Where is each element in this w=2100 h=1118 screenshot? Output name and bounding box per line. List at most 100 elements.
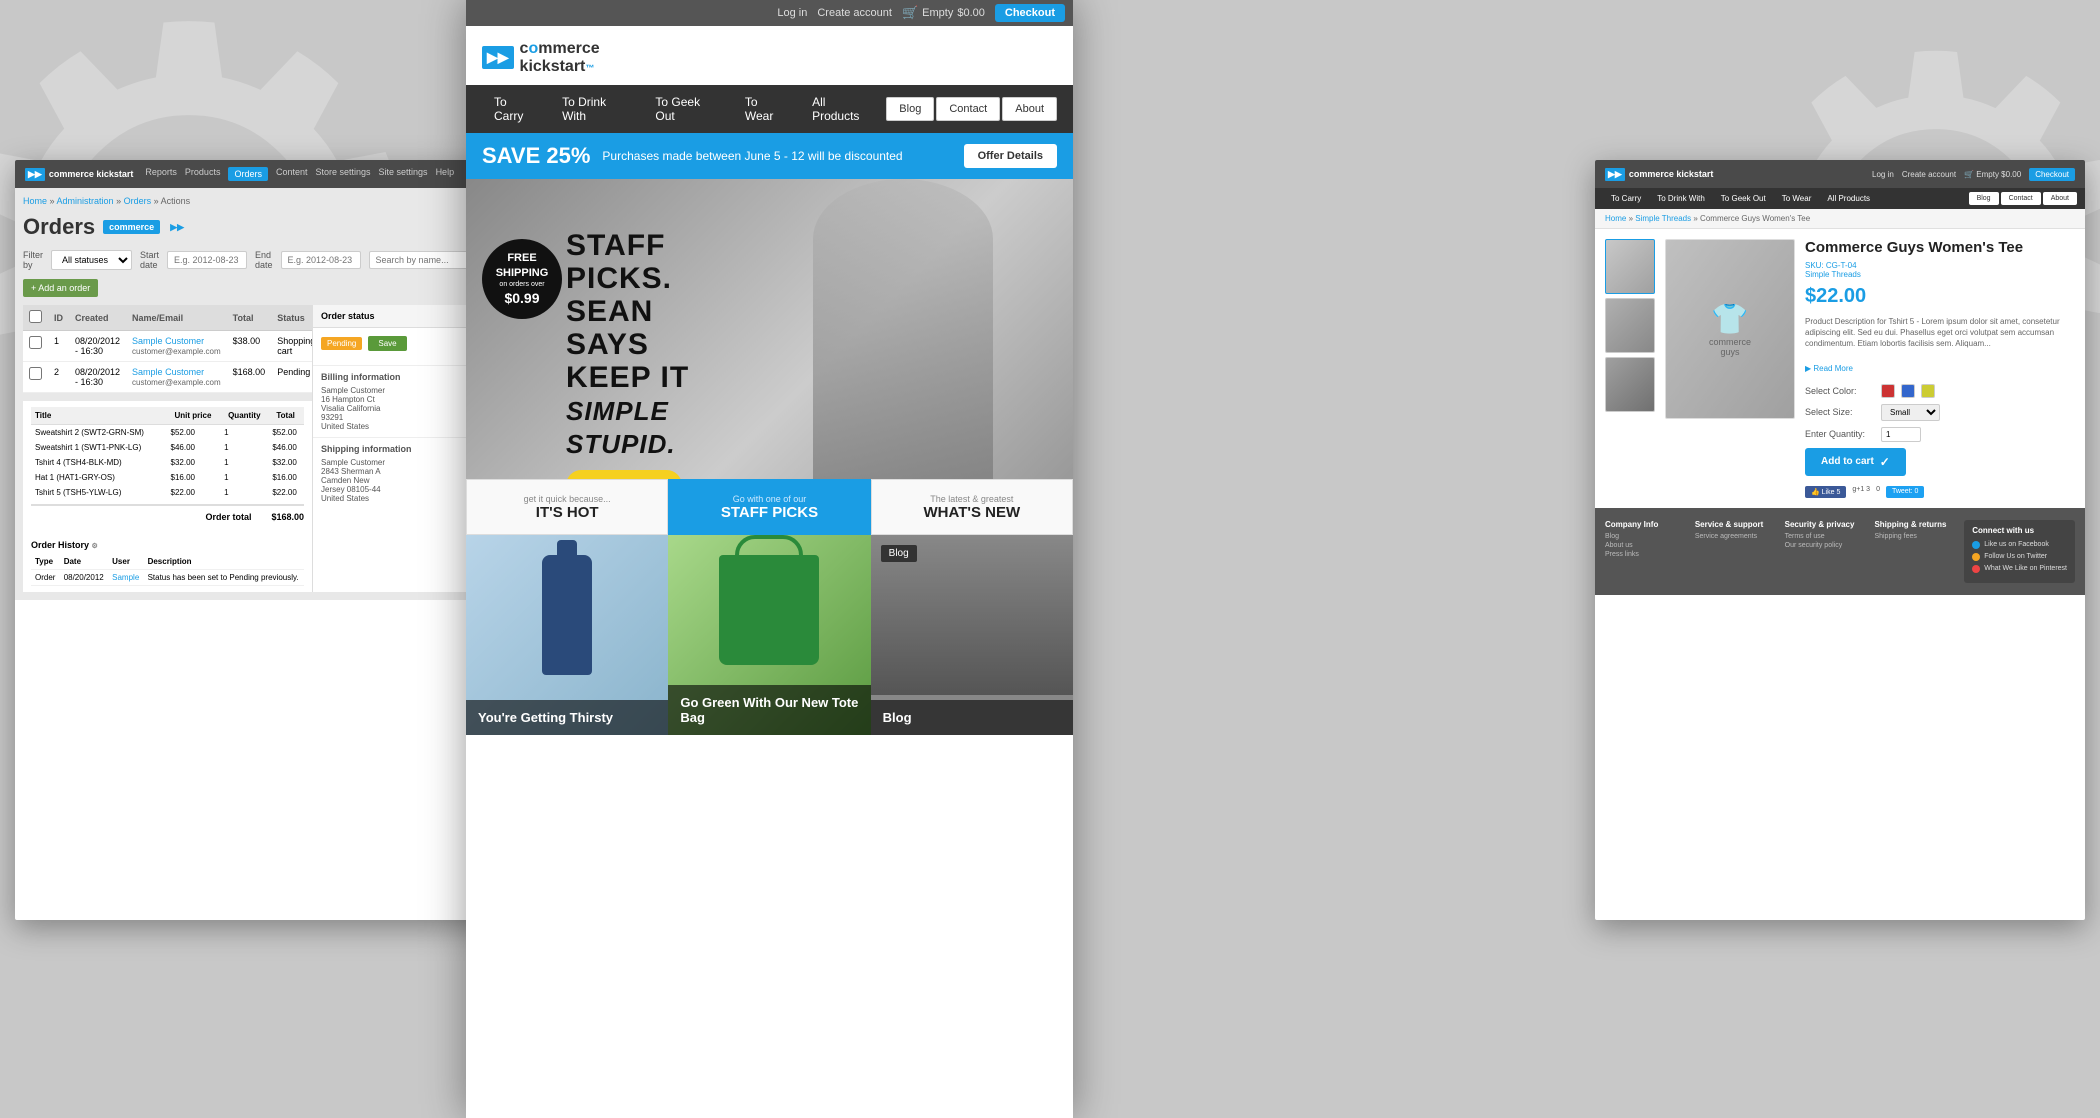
select-all-checkbox[interactable]: [29, 310, 42, 323]
tab-whats-new[interactable]: The latest & greatest WHAT'S NEW: [871, 479, 1073, 535]
add-to-cart-label: Add to cart: [1821, 456, 1874, 467]
tab-staff-picks[interactable]: Go with one of our STAFF PICKS: [668, 479, 870, 535]
nav-right: Blog Contact About: [886, 97, 1057, 121]
promo-banner: SAVE 25% Purchases made between June 5 -…: [466, 133, 1073, 179]
nav-site-settings[interactable]: Site settings: [379, 167, 428, 181]
checkout-button[interactable]: Checkout: [995, 4, 1065, 22]
rw-nav-geek[interactable]: To Geek Out: [1713, 188, 1774, 209]
nav-content[interactable]: Content: [276, 167, 308, 181]
nav-contact-btn[interactable]: Contact: [936, 97, 1000, 121]
product-3-label: Blog: [883, 710, 912, 725]
item1-title: Sweatshirt 2 (SWT2-GRN-SM): [31, 425, 171, 441]
order-today-button[interactable]: Order Today: [566, 470, 682, 479]
item5-qty: 1: [224, 485, 272, 500]
nav-drink[interactable]: To Drink With: [550, 85, 643, 133]
footer-security-link[interactable]: Our security policy: [1785, 542, 1863, 549]
twitter-link[interactable]: Follow Us on Twitter: [1984, 553, 2047, 560]
bc-orders[interactable]: Orders: [124, 196, 152, 206]
tweet-btn[interactable]: Tweet: 0: [1886, 486, 1924, 498]
orders-table: ID Created Name/Email Total Status Ope..…: [23, 305, 312, 393]
rw-nav-right: Blog Contact About: [1969, 192, 2077, 205]
add-to-cart-button[interactable]: Add to cart ✓: [1805, 448, 1906, 476]
nav-store-settings[interactable]: Store settings: [316, 167, 371, 181]
nav-help[interactable]: Help: [436, 167, 455, 181]
product-card-bag[interactable]: Go Green With Our New Tote Bag: [668, 535, 870, 735]
col-total: Total: [227, 305, 272, 331]
rw-nav-drink[interactable]: To Drink With: [1649, 188, 1713, 209]
main-nav: To Carry To Drink With To Geek Out To We…: [466, 85, 1073, 133]
nav-reports[interactable]: Reports: [145, 167, 177, 181]
add-order-button[interactable]: + Add an order: [23, 279, 98, 297]
bc-admin[interactable]: Administration: [57, 196, 114, 206]
facebook-link[interactable]: Like us on Facebook: [1984, 541, 2049, 548]
product-image-placeholder: 👕 commerceguys: [1709, 302, 1751, 357]
start-date-input[interactable]: [167, 251, 247, 269]
order-items-table: Title Unit price Quantity Total Sweatshi…: [31, 407, 304, 500]
rw-login[interactable]: Log in: [1872, 170, 1894, 179]
footer-shipping-fees-link[interactable]: Shipping fees: [1874, 533, 1952, 540]
rw-bc-simple-threads[interactable]: Simple Threads: [1635, 214, 1691, 223]
footer-blog-link[interactable]: Blog: [1605, 533, 1683, 540]
quantity-input[interactable]: [1881, 427, 1921, 442]
rw-checkout-btn[interactable]: Checkout: [2029, 168, 2075, 181]
product-thumb-3[interactable]: [1605, 357, 1655, 412]
row2-check: [23, 362, 48, 393]
nav-products[interactable]: Products: [185, 167, 221, 181]
color-swatch-red[interactable]: [1881, 384, 1895, 398]
row1-checkbox[interactable]: [29, 336, 42, 349]
nav-orders[interactable]: Orders: [228, 167, 268, 181]
footer-service-link[interactable]: Service agreements: [1695, 533, 1773, 540]
create-account-link[interactable]: Create account: [817, 7, 892, 19]
row1-name[interactable]: Sample Customer: [132, 336, 204, 346]
nav-products[interactable]: All Products: [800, 85, 886, 133]
product-2-label: Go Green With Our New Tote Bag: [680, 695, 858, 725]
size-select[interactable]: Small Medium Large: [1881, 404, 1940, 421]
rw-nav-blog[interactable]: Blog: [1969, 192, 1999, 205]
nav-about-btn[interactable]: About: [1002, 97, 1057, 121]
col-check: [23, 305, 48, 331]
table-row: Order 08/20/2012 Sample Status has been …: [31, 570, 304, 586]
nav-wear[interactable]: To Wear: [733, 85, 800, 133]
rw-nav-about[interactable]: About: [2043, 192, 2077, 205]
nav-blog-btn[interactable]: Blog: [886, 97, 934, 121]
read-more-link[interactable]: ▶ Read More: [1805, 364, 1853, 373]
empty-label: Empty: [922, 7, 953, 19]
tab-hot[interactable]: get it quick because... IT'S HOT: [466, 479, 668, 535]
footer-press-link[interactable]: Press links: [1605, 551, 1683, 558]
nav-geek[interactable]: To Geek Out: [643, 85, 732, 133]
gplus-btn[interactable]: g+1 3: [1852, 486, 1870, 498]
color-swatch-yellow[interactable]: [1921, 384, 1935, 398]
bc-home[interactable]: Home: [23, 196, 47, 206]
product-card-blog[interactable]: Blog Blog: [871, 535, 1073, 735]
nav-carry[interactable]: To Carry: [482, 85, 550, 133]
product-thumbnails: [1605, 239, 1655, 498]
rw-bc-home[interactable]: Home: [1605, 214, 1626, 223]
footer-shipping: Shipping & returns Shipping fees: [1874, 520, 1952, 583]
rw-nav-wear[interactable]: To Wear: [1774, 188, 1820, 209]
product-card-bottle[interactable]: You're Getting Thirsty: [466, 535, 668, 735]
footer-about-link[interactable]: About us: [1605, 542, 1683, 549]
product-thumb-2[interactable]: [1605, 298, 1655, 353]
orders-body: Home » Administration » Orders » Actions…: [15, 188, 505, 600]
offer-details-button[interactable]: Offer Details: [964, 144, 1057, 168]
product-thumb-1[interactable]: [1605, 239, 1655, 294]
rw-nav-products[interactable]: All Products: [1819, 188, 1878, 209]
row2-checkbox[interactable]: [29, 367, 42, 380]
end-date-input[interactable]: [281, 251, 361, 269]
pinterest-link[interactable]: What We Like on Pinterest: [1984, 565, 2067, 572]
status-filter[interactable]: All statuses: [51, 250, 132, 270]
row2-name[interactable]: Sample Customer: [132, 367, 204, 377]
item3-total: $32.00: [272, 455, 304, 470]
footer-terms-link[interactable]: Terms of use: [1785, 533, 1863, 540]
item-col-price: Unit price: [171, 407, 225, 425]
login-link[interactable]: Log in: [777, 7, 807, 19]
facebook-like-btn[interactable]: 👍 Like 5: [1805, 486, 1846, 498]
rw-nav-carry[interactable]: To Carry: [1603, 188, 1649, 209]
checkmark-icon: ✓: [1880, 455, 1890, 469]
rw-create-account[interactable]: Create account: [1902, 170, 1956, 179]
save-button[interactable]: Save: [368, 336, 406, 351]
rw-nav-contact[interactable]: Contact: [2001, 192, 2041, 205]
color-swatch-blue[interactable]: [1901, 384, 1915, 398]
hist-user-link[interactable]: Sample: [112, 573, 139, 582]
footer-connect: Connect with us Like us on Facebook Foll…: [1964, 520, 2075, 583]
